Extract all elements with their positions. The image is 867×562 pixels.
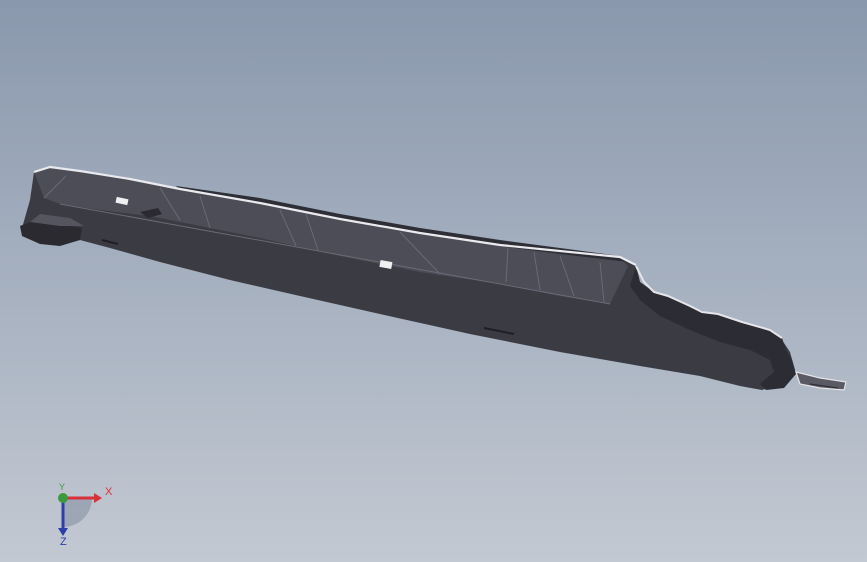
y-axis-dot-icon bbox=[58, 493, 68, 503]
y-axis-label: Y bbox=[59, 482, 66, 492]
part-model[interactable] bbox=[0, 0, 867, 562]
x-axis-arrow-icon bbox=[94, 493, 102, 503]
triad-shade-icon bbox=[63, 498, 92, 527]
part-end-pin bbox=[795, 371, 847, 391]
z-axis-label: Z bbox=[60, 536, 67, 548]
view-orientation-triad[interactable]: X Y Z bbox=[44, 482, 124, 552]
z-axis-arrow-icon bbox=[58, 528, 68, 536]
graphics-viewport[interactable]: X Y Z bbox=[0, 0, 867, 562]
x-axis-label: X bbox=[105, 486, 113, 498]
